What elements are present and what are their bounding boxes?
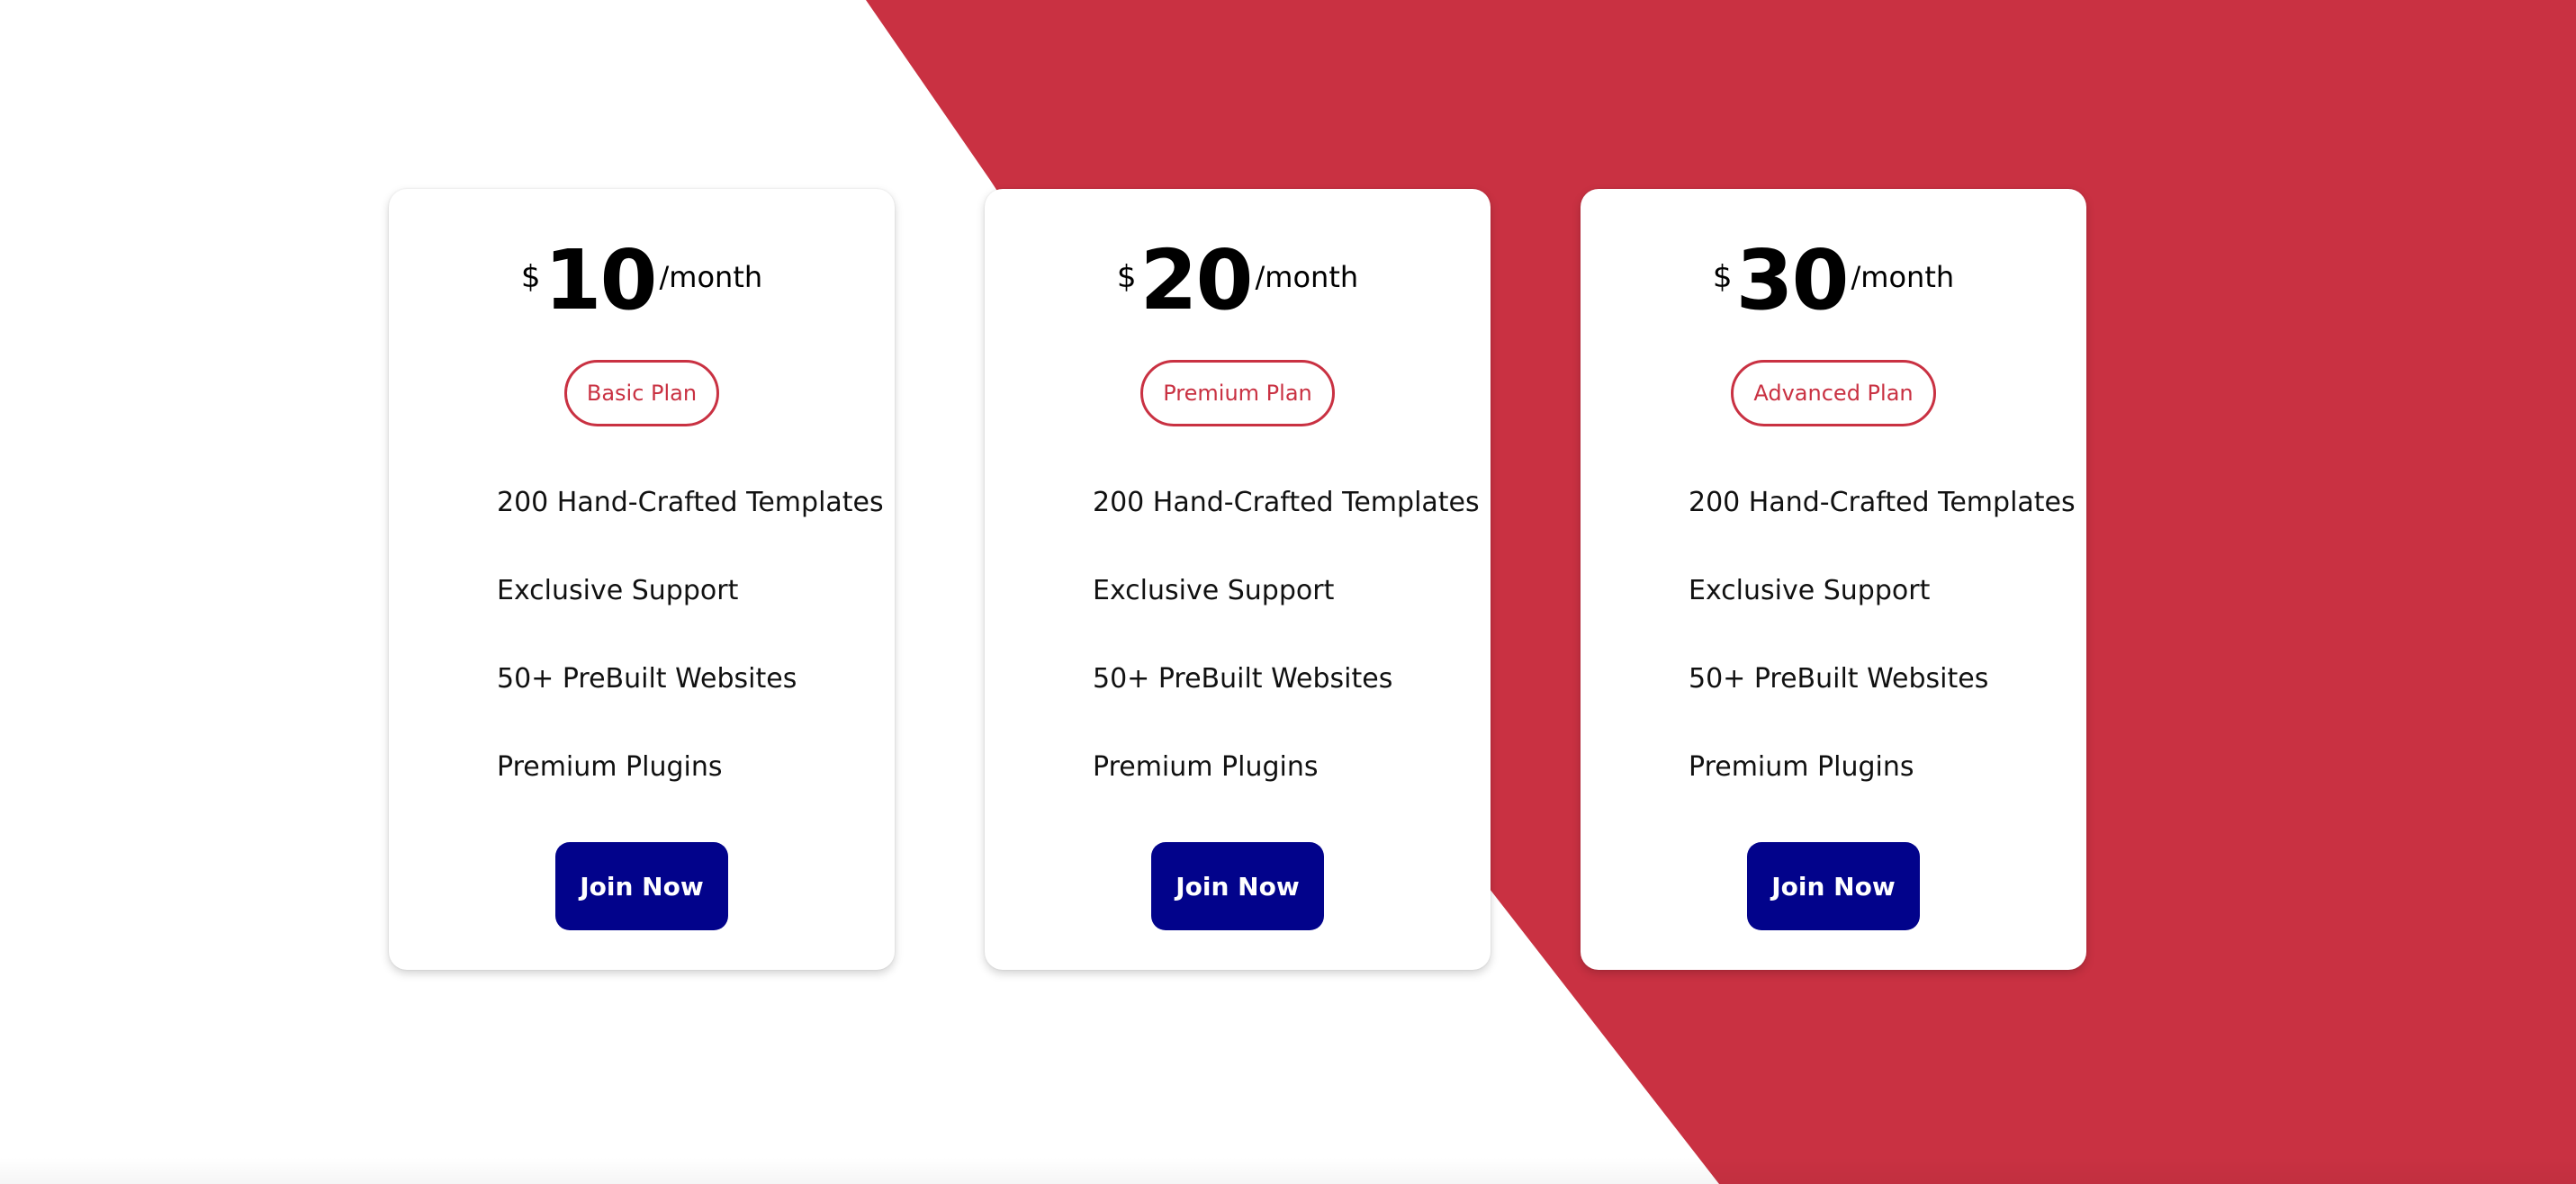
price: $ 20 /month <box>1117 236 1358 326</box>
feature-item: Premium Plugins <box>1689 751 1914 783</box>
join-now-button[interactable]: Join Now <box>1151 842 1324 930</box>
feature-item: 200 Hand-Crafted Templates <box>1689 487 2076 518</box>
price-amount: 20 <box>1139 232 1253 328</box>
plan-badge: Premium Plan <box>1140 360 1335 426</box>
feature-item: 200 Hand-Crafted Templates <box>1093 487 1480 518</box>
price-currency: $ <box>520 259 541 295</box>
feature-list: 200 Hand-Crafted Templates Exclusive Sup… <box>389 477 895 830</box>
feature-item: Exclusive Support <box>1689 575 1931 606</box>
price-period: /month <box>1255 260 1359 294</box>
pricing-card-basic: $ 10 /month Basic Plan 200 Hand-Crafted … <box>389 189 895 970</box>
join-now-button[interactable]: Join Now <box>555 842 728 930</box>
pricing-card-premium: $ 20 /month Premium Plan 200 Hand-Crafte… <box>985 189 1491 970</box>
price-amount: 30 <box>1735 232 1849 328</box>
feature-item: 50+ PreBuilt Websites <box>1093 663 1393 695</box>
price-currency: $ <box>1116 259 1137 295</box>
price-currency: $ <box>1712 259 1733 295</box>
feature-item: 50+ PreBuilt Websites <box>497 663 797 695</box>
feature-item: Exclusive Support <box>497 575 739 606</box>
feature-item: Exclusive Support <box>1093 575 1335 606</box>
pricing-cards: $ 10 /month Basic Plan 200 Hand-Crafted … <box>389 189 2086 970</box>
pricing-card-advanced: $ 30 /month Advanced Plan 200 Hand-Craft… <box>1581 189 2086 970</box>
price-period: /month <box>1851 260 1955 294</box>
plan-badge: Basic Plan <box>563 360 720 426</box>
join-now-button[interactable]: Join Now <box>1747 842 1920 930</box>
plan-badge: Advanced Plan <box>1731 360 1936 426</box>
feature-list: 200 Hand-Crafted Templates Exclusive Sup… <box>985 477 1491 830</box>
feature-item: 200 Hand-Crafted Templates <box>497 487 884 518</box>
price-amount: 10 <box>544 232 657 328</box>
feature-item: Premium Plugins <box>497 751 723 783</box>
price-period: /month <box>659 260 763 294</box>
price: $ 10 /month <box>521 236 762 326</box>
price: $ 30 /month <box>1713 236 1954 326</box>
feature-item: 50+ PreBuilt Websites <box>1689 663 1989 695</box>
bottom-shadow <box>0 1157 2576 1184</box>
feature-item: Premium Plugins <box>1093 751 1319 783</box>
feature-list: 200 Hand-Crafted Templates Exclusive Sup… <box>1581 477 2086 830</box>
